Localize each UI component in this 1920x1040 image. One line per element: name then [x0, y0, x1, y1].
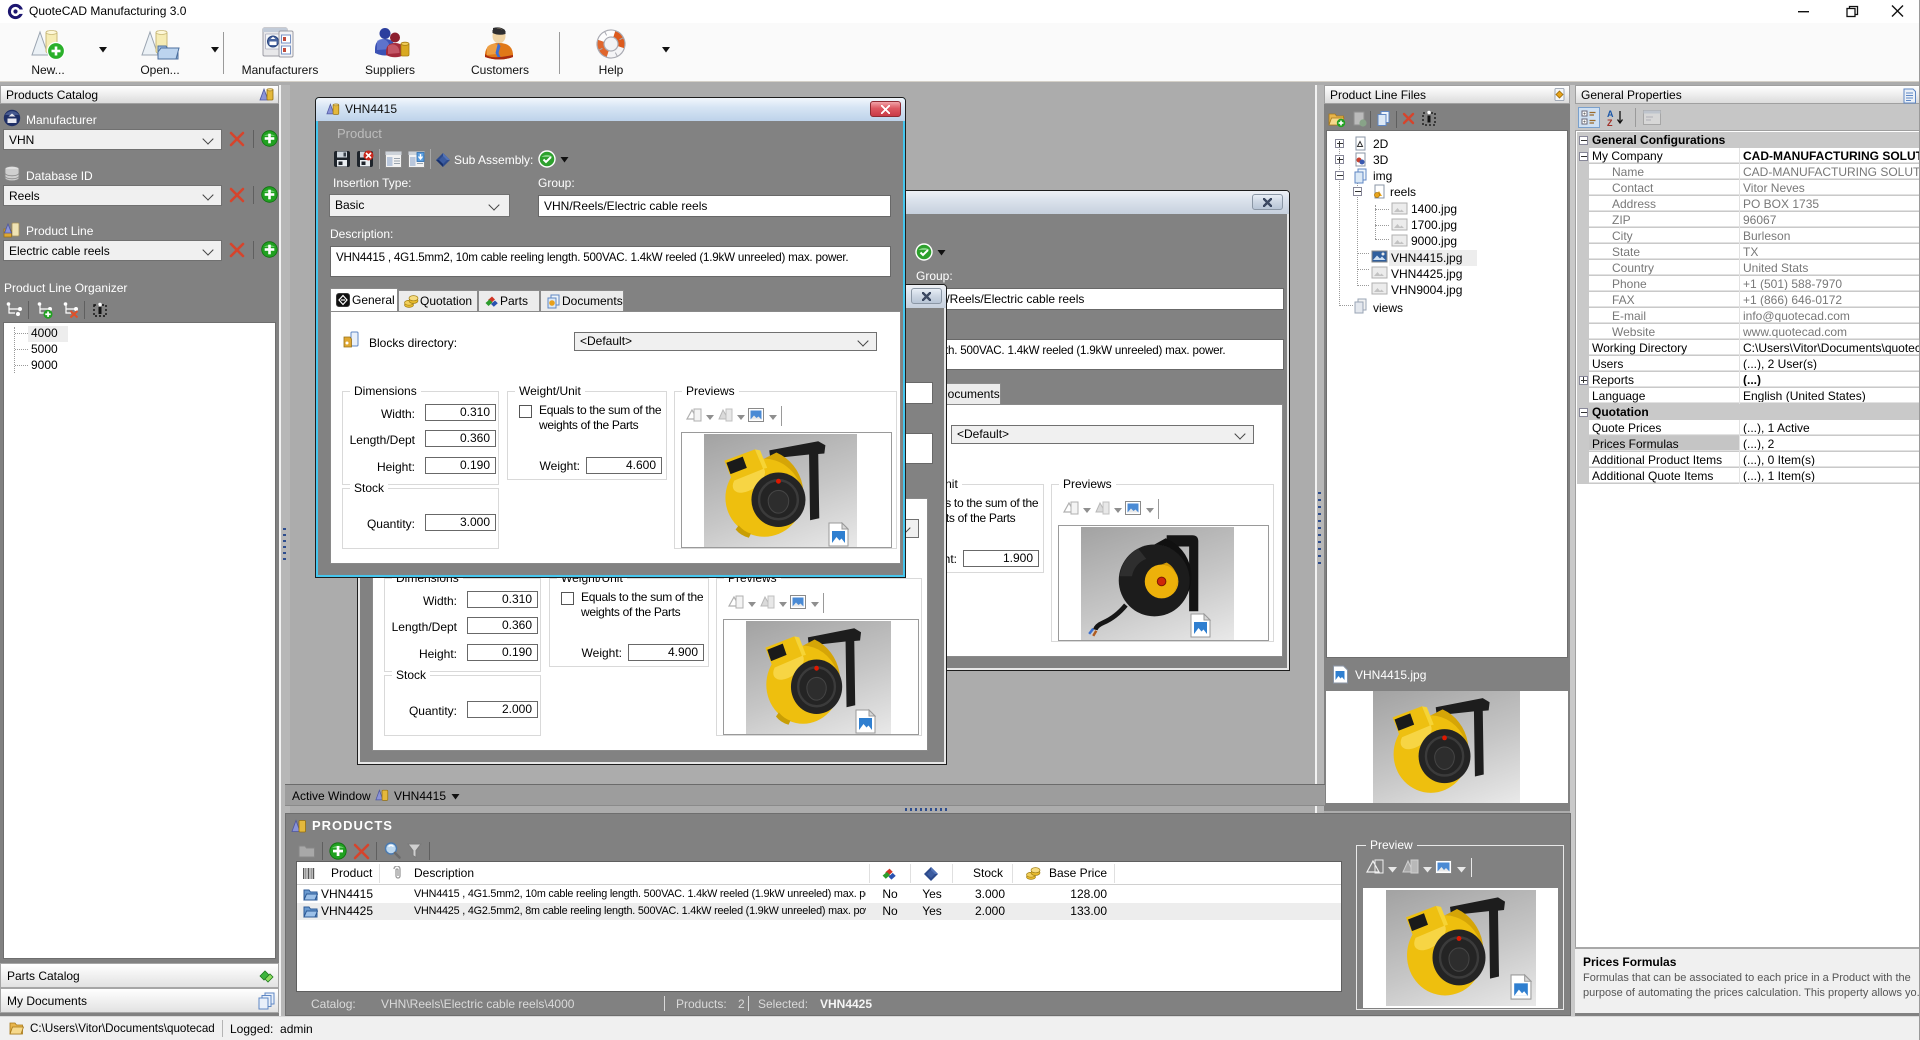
- svg-text:+: +: [1583, 111, 1586, 117]
- svg-text:Z: Z: [1607, 118, 1613, 127]
- svg-text:+: +: [1583, 119, 1586, 125]
